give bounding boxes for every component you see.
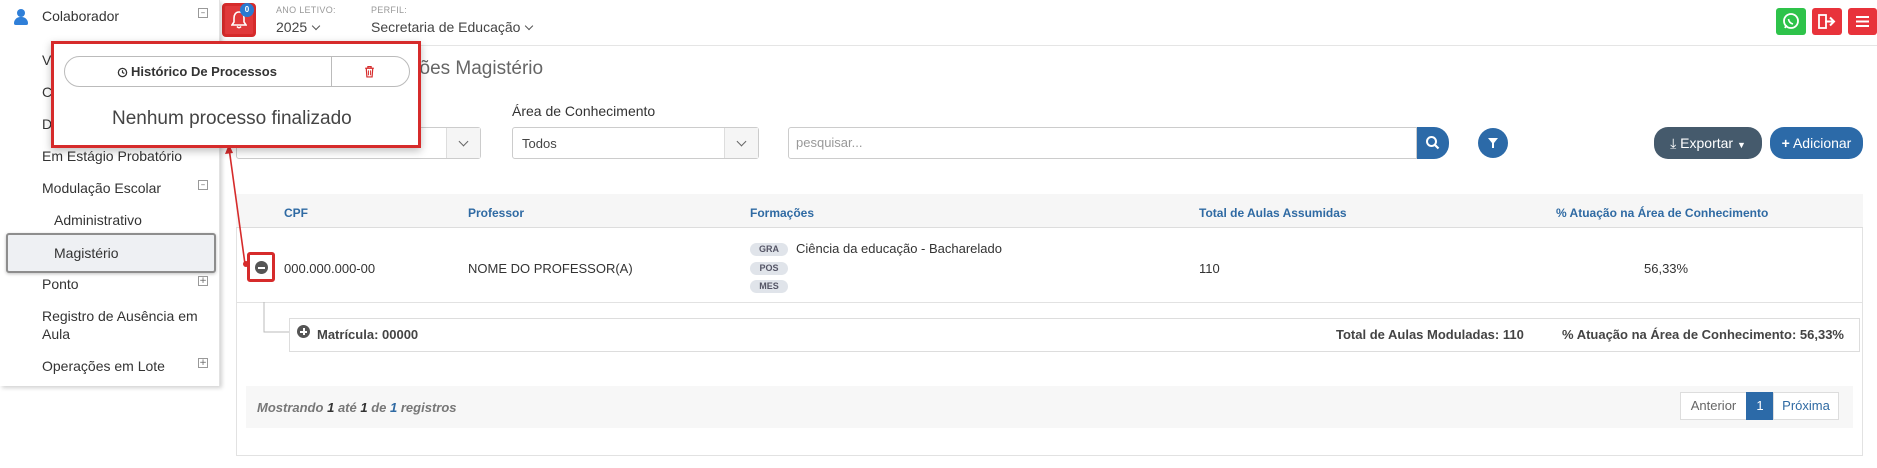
- popup-title[interactable]: Histórico De Processos: [131, 64, 277, 79]
- records-info: Mostrando 1 até 1 de 1 registros: [257, 400, 457, 415]
- table-footer: [246, 386, 1853, 428]
- area-conhecimento-label: Área de Conhecimento: [512, 103, 656, 119]
- export-label: Exportar: [1680, 135, 1734, 151]
- atuacao-total: % Atuação na Área de Conhecimento: 56,33…: [1562, 327, 1844, 342]
- menu-button[interactable]: [1848, 8, 1877, 35]
- column-header-formacoes[interactable]: Formações: [750, 206, 814, 220]
- tag-mes: MES: [750, 280, 788, 293]
- sidebar-item-label: Magistério: [54, 245, 119, 261]
- info-text: Mostrando: [257, 400, 324, 415]
- ano-letivo-select[interactable]: 2025: [276, 19, 321, 35]
- cell-total-aulas: 110: [1199, 261, 1220, 276]
- info-start: 1: [327, 400, 335, 415]
- filter-button[interactable]: [1478, 128, 1508, 158]
- plus-icon: +: [1781, 135, 1790, 151]
- row-divider: [236, 302, 1863, 303]
- download-icon: ⤓: [1670, 135, 1677, 151]
- collapse-toggle-icon: –: [198, 180, 208, 190]
- pagination-next[interactable]: Próxima: [1773, 392, 1839, 420]
- info-text: de: [371, 400, 387, 415]
- perfil-value: Secretaria de Educação: [371, 19, 521, 35]
- plus-circle-icon[interactable]: [297, 325, 310, 338]
- popup-empty-message: Nenhum processo finalizado: [112, 108, 352, 129]
- info-end: 1: [360, 400, 368, 415]
- sidebar-item-label: Operações em Lote: [42, 358, 165, 374]
- add-label: Adicionar: [1792, 135, 1852, 151]
- tag-pos: POS: [750, 262, 788, 275]
- total-moduladas: Total de Aulas Moduladas: 110: [1336, 327, 1524, 342]
- filter-icon: [1488, 138, 1498, 148]
- info-total: 1: [390, 400, 398, 415]
- info-text: registros: [400, 400, 457, 415]
- column-header-cpf[interactable]: CPF: [284, 206, 308, 220]
- chevron-down-icon: [446, 128, 480, 158]
- tag-gra: GRA: [750, 243, 788, 256]
- chevron-down-icon: [525, 21, 534, 31]
- sign-out-icon: [1818, 14, 1836, 29]
- area-conhecimento-select[interactable]: Todos: [512, 127, 759, 159]
- whatsapp-icon: [1783, 13, 1799, 29]
- expand-toggle-icon: +: [198, 276, 208, 286]
- search-icon: [1426, 136, 1440, 150]
- chevron-down-icon: [724, 128, 758, 158]
- cell-professor: NOME DO PROFESSOR(A): [468, 261, 633, 276]
- pill-divider: [331, 57, 332, 86]
- expand-toggle-icon: +: [198, 358, 208, 368]
- collapse-toggle-icon: –: [198, 8, 208, 18]
- search-input[interactable]: pesquisar...: [788, 127, 1417, 159]
- sidebar-item-label: Administrativo: [54, 212, 142, 228]
- ano-letivo-label: ANO LETIVO:: [276, 5, 336, 15]
- annotation-arrow: [225, 144, 249, 267]
- search-button[interactable]: [1417, 127, 1449, 159]
- cell-cpf: 000.000.000-00: [284, 261, 376, 276]
- notification-count-badge: 0: [240, 3, 254, 17]
- sidebar-item-label: Colaborador: [42, 8, 120, 24]
- column-header-atuacao[interactable]: % Atuação na Área de Conhecimento: [1556, 206, 1768, 220]
- matricula-label: Matrícula: 00000: [317, 327, 419, 342]
- hamburger-icon: [1856, 16, 1869, 27]
- page-title: ções Magistério: [410, 58, 544, 79]
- info-text: até: [337, 400, 357, 415]
- chevron-down-icon: [311, 21, 321, 31]
- column-header-total-aulas[interactable]: Total de Aulas Assumidas: [1199, 206, 1347, 220]
- add-button[interactable]: + Adicionar: [1770, 127, 1863, 159]
- history-icon: [117, 67, 128, 78]
- column-header-professor[interactable]: Professor: [468, 206, 524, 220]
- sidebar-item-label: Aula: [42, 326, 71, 342]
- trash-icon[interactable]: [363, 65, 376, 78]
- sidebar-item-label: Ponto: [42, 276, 79, 292]
- logout-button[interactable]: [1812, 8, 1842, 35]
- perfil-select[interactable]: Secretaria de Educação: [371, 19, 534, 35]
- perfil-label: PERFIL:: [371, 5, 408, 15]
- area-conhecimento-value: Todos: [522, 136, 557, 151]
- cell-formacao: Ciência da educação - Bacharelado: [796, 241, 1002, 256]
- sidebar-item-label: Registro de Ausência em: [42, 308, 198, 324]
- app-root: 0 ANO LETIVO: 2025 PERFIL: Secretaria de…: [0, 0, 1877, 468]
- tree-connector: [263, 302, 289, 333]
- ano-letivo-value: 2025: [276, 19, 308, 35]
- cell-atuacao: 56,33%: [1644, 261, 1689, 276]
- export-button[interactable]: ⤓ Exportar ▼: [1654, 127, 1762, 159]
- sidebar-item-label: Modulação Escolar: [42, 180, 162, 196]
- sidebar-item-label: Em Estágio Probatório: [42, 148, 183, 164]
- user-icon: [14, 9, 28, 25]
- pagination-page-1[interactable]: 1: [1746, 392, 1774, 420]
- caret-down-icon: ▼: [1736, 140, 1746, 150]
- pagination-prev[interactable]: Anterior: [1680, 392, 1747, 420]
- whatsapp-button[interactable]: [1776, 8, 1806, 35]
